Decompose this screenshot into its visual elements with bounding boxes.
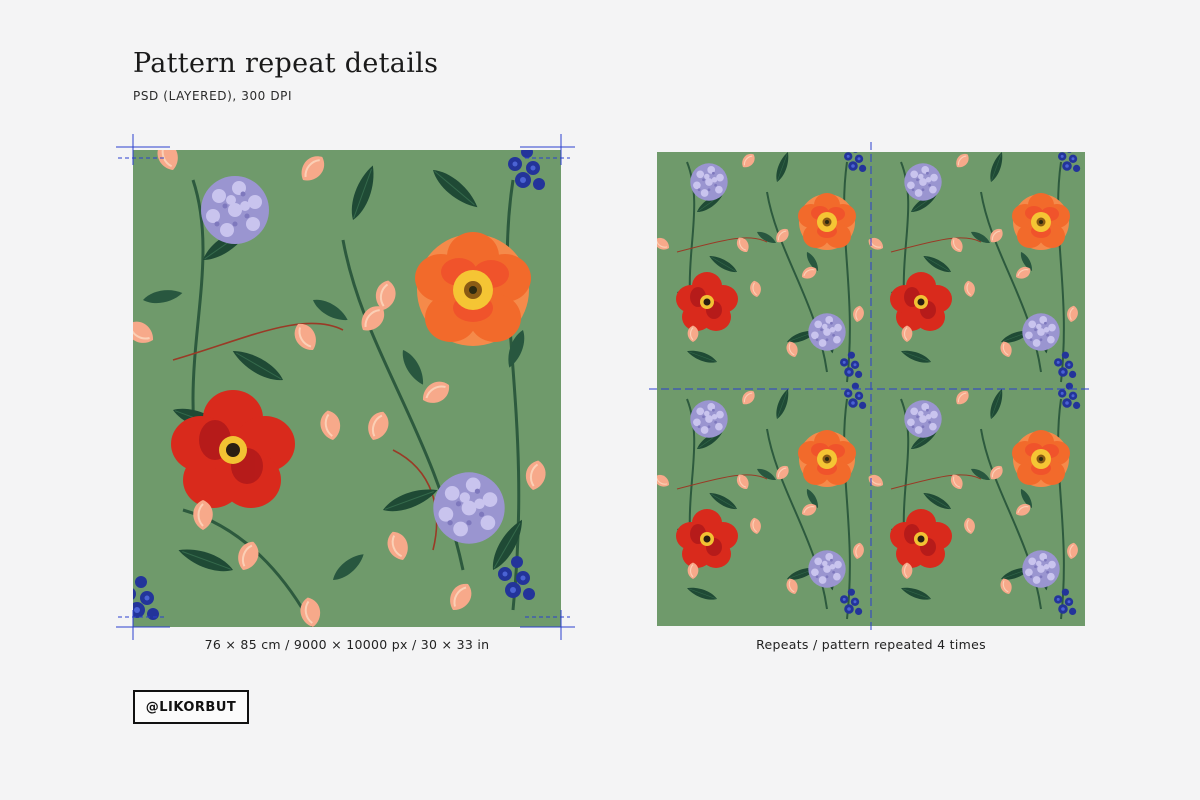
floral-repeat-art [657, 152, 1085, 626]
brand-badge: @LIKORBUT [133, 690, 249, 724]
tile-dimensions-caption: 76 × 85 cm / 9000 × 10000 px / 30 × 33 i… [204, 637, 490, 652]
page-subtitle: PSD (LAYERED), 300 DPI [133, 89, 293, 103]
floral-tile-art [133, 150, 561, 627]
repeat-preview [657, 152, 1085, 626]
single-tile-preview [133, 150, 561, 627]
repeat-caption: Repeats / pattern repeated 4 times [756, 637, 986, 652]
page-title: Pattern repeat details [133, 48, 439, 79]
